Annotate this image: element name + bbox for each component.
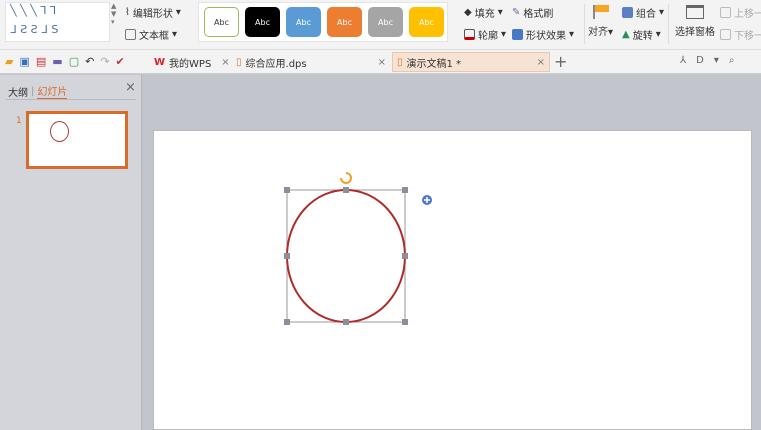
- resize-handles[interactable]: [284, 187, 408, 325]
- selected-shape: [284, 172, 432, 325]
- ellipse-shape[interactable]: [286, 189, 406, 323]
- rotate-handle-icon[interactable]: [340, 172, 352, 184]
